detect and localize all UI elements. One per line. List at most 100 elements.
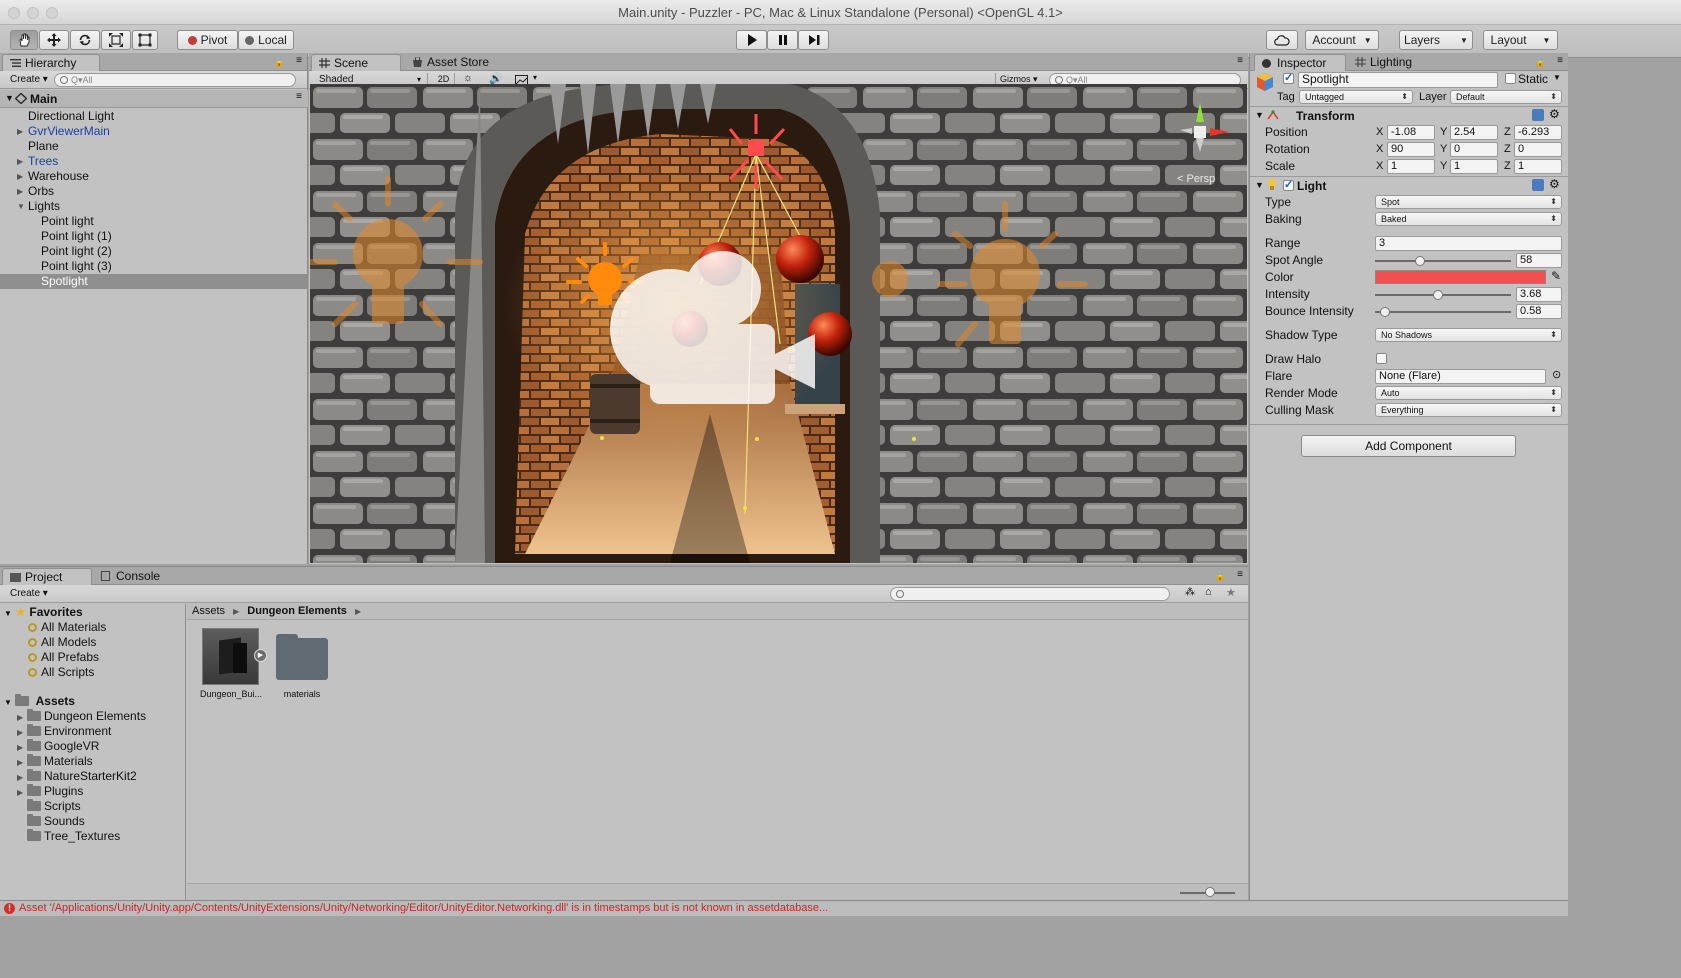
icon-size-slider-thumb[interactable] — [1205, 887, 1215, 897]
collapse-triangle-icon[interactable]: ▶ — [17, 785, 27, 800]
layers-dropdown[interactable]: Layers ▼ — [1399, 30, 1473, 50]
favorite-item[interactable]: All Scripts — [28, 665, 94, 680]
panel-menu-icon[interactable]: ≡ — [1237, 55, 1243, 66]
expand-triangle-icon[interactable]: ▼ — [1255, 180, 1264, 190]
object-picker-icon[interactable]: ⊙ — [1552, 368, 1561, 381]
color-swatch[interactable] — [1375, 270, 1546, 284]
position-z-field[interactable]: -6.293 — [1514, 125, 1562, 140]
expand-triangle-icon[interactable]: ▼ — [4, 609, 12, 618]
asset-folder-item[interactable]: ▶ Plugins — [17, 784, 83, 799]
asset-folder-item[interactable]: Sounds — [17, 814, 85, 829]
add-component-button[interactable]: Add Component — [1301, 435, 1516, 457]
collapse-triangle-icon[interactable]: ▶ — [17, 770, 27, 785]
scene-lighting-toggle-icon[interactable]: ☼ — [463, 72, 473, 84]
collapse-triangle-icon[interactable]: ▶ — [17, 169, 23, 184]
asset-folder-item[interactable]: ▶ Environment — [17, 724, 111, 739]
status-bar[interactable]: ! Asset '/Applications/Unity/Unity.app/C… — [0, 900, 1568, 916]
lock-icon[interactable]: 🔒 — [1215, 571, 1226, 582]
tab-scene[interactable]: Scene — [311, 54, 401, 71]
hierarchy-item[interactable]: Spotlight — [0, 274, 307, 289]
spot-angle-field[interactable]: 58 — [1516, 253, 1562, 268]
cloud-services-button[interactable] — [1266, 30, 1298, 50]
hierarchy-search-input[interactable]: Q▾All — [54, 73, 296, 87]
tab-hierarchy[interactable]: Hierarchy — [2, 54, 100, 71]
asset-folder-item[interactable]: ▶ GoogleVR — [17, 739, 99, 754]
close-window-button[interactable] — [8, 7, 20, 19]
scene-viewport[interactable]: < Persp — [310, 84, 1247, 563]
object-active-checkbox[interactable] — [1283, 71, 1294, 84]
favorites-header[interactable]: ▼ ★ Favorites — [4, 605, 83, 620]
object-name-field[interactable]: Spotlight — [1298, 72, 1498, 88]
tab-console[interactable]: Console — [94, 568, 184, 585]
hierarchy-create-button[interactable]: Create ▾ — [4, 73, 54, 87]
lock-icon[interactable]: 🔒 — [1535, 57, 1546, 68]
scale-y-field[interactable]: 1 — [1450, 159, 1498, 174]
zoom-window-button[interactable] — [46, 7, 58, 19]
layer-dropdown[interactable]: Default — [1450, 90, 1562, 104]
favorite-item[interactable]: All Materials — [28, 620, 106, 635]
hierarchy-item[interactable]: Plane — [0, 139, 307, 154]
render-mode-dropdown[interactable]: Auto — [1375, 386, 1562, 400]
asset-folder-item[interactable]: Tree_Textures — [17, 829, 120, 844]
collapse-triangle-icon[interactable]: ▶ — [17, 184, 23, 199]
favorite-item[interactable]: All Prefabs — [28, 650, 99, 665]
collapse-triangle-icon[interactable]: ▶ — [17, 755, 27, 770]
tab-asset-store[interactable]: Asset Store — [405, 54, 501, 71]
scene-header-row[interactable]: ▼ Main ≡ — [0, 90, 308, 108]
tab-inspector[interactable]: Inspector — [1254, 54, 1346, 71]
eyedropper-icon[interactable]: ✎ — [1551, 269, 1561, 283]
panel-menu-icon[interactable]: ≡ — [1557, 55, 1563, 66]
expand-triangle-icon[interactable]: ▼ — [1255, 110, 1264, 120]
hierarchy-item[interactable]: ▶ Trees — [0, 154, 307, 169]
culling-mask-dropdown[interactable]: Everything — [1375, 403, 1562, 417]
scene-menu-icon[interactable]: ≡ — [296, 91, 302, 102]
project-search-input[interactable] — [890, 587, 1170, 601]
star-icon[interactable]: ★ — [1226, 586, 1236, 599]
tag-dropdown[interactable]: Untagged — [1299, 90, 1413, 104]
shadow-type-dropdown[interactable]: No Shadows — [1375, 328, 1562, 342]
hierarchy-item[interactable]: ▼ Lights — [0, 199, 307, 214]
chevron-down-icon[interactable]: ▾ — [533, 73, 537, 82]
range-field[interactable]: 3 — [1375, 236, 1562, 251]
gear-icon[interactable]: ⚙ — [1549, 107, 1560, 121]
asset-folder-item[interactable]: ▶ Dungeon Elements — [17, 709, 146, 724]
intensity-slider-thumb[interactable] — [1432, 290, 1443, 300]
rotate-tool-button[interactable] — [70, 30, 100, 50]
hierarchy-item[interactable]: Point light (3) — [0, 259, 307, 274]
pivot-toggle-button[interactable]: Pivot — [177, 30, 238, 50]
pause-button[interactable] — [767, 30, 798, 50]
tab-lighting[interactable]: Lighting — [1348, 54, 1438, 71]
rotation-z-field[interactable]: 0 — [1514, 142, 1562, 157]
rotation-x-field[interactable]: 90 — [1387, 142, 1435, 157]
collapse-triangle-icon[interactable]: ▶ — [17, 725, 27, 740]
hierarchy-item[interactable]: ▶ GvrViewerMain — [0, 124, 307, 139]
draw-halo-checkbox[interactable] — [1376, 353, 1387, 364]
account-dropdown[interactable]: Account ▼ — [1305, 30, 1379, 50]
light-header[interactable]: Light — [1297, 179, 1326, 193]
flare-field[interactable]: None (Flare) — [1375, 369, 1546, 384]
rect-tool-button[interactable] — [132, 30, 158, 50]
expand-triangle-icon[interactable]: ▼ — [4, 698, 12, 707]
expand-triangle-icon[interactable]: ▼ — [5, 93, 14, 103]
minimize-window-button[interactable] — [27, 7, 39, 19]
gear-icon[interactable]: ⚙ — [1549, 177, 1560, 191]
static-checkbox[interactable] — [1505, 73, 1516, 84]
bounce-intensity-field[interactable]: 0.58 — [1516, 304, 1562, 319]
spot-angle-slider-thumb[interactable] — [1414, 256, 1425, 266]
bounce-slider-thumb[interactable] — [1379, 307, 1390, 317]
help-icon[interactable] — [1532, 109, 1544, 121]
bounce-slider-track[interactable] — [1375, 311, 1511, 313]
collapse-triangle-icon[interactable]: ▶ — [17, 740, 27, 755]
intensity-field[interactable]: 3.68 — [1516, 287, 1562, 302]
asset-folder-item[interactable]: ▶ Materials — [17, 754, 93, 769]
light-type-dropdown[interactable]: Spot — [1375, 195, 1562, 209]
hierarchy-item[interactable]: ▶ Warehouse — [0, 169, 307, 184]
position-y-field[interactable]: 2.54 — [1450, 125, 1498, 140]
asset-folder-item[interactable]: ▶ NatureStarterKit2 — [17, 769, 137, 784]
chevron-down-icon[interactable]: ▼ — [1553, 73, 1561, 82]
layout-dropdown[interactable]: Layout ▼ — [1483, 30, 1558, 50]
expand-arrow-icon[interactable]: ▶ — [254, 649, 267, 662]
scale-x-field[interactable]: 1 — [1387, 159, 1435, 174]
local-toggle-button[interactable]: Local — [238, 30, 294, 50]
spot-angle-slider-track[interactable] — [1375, 260, 1511, 262]
